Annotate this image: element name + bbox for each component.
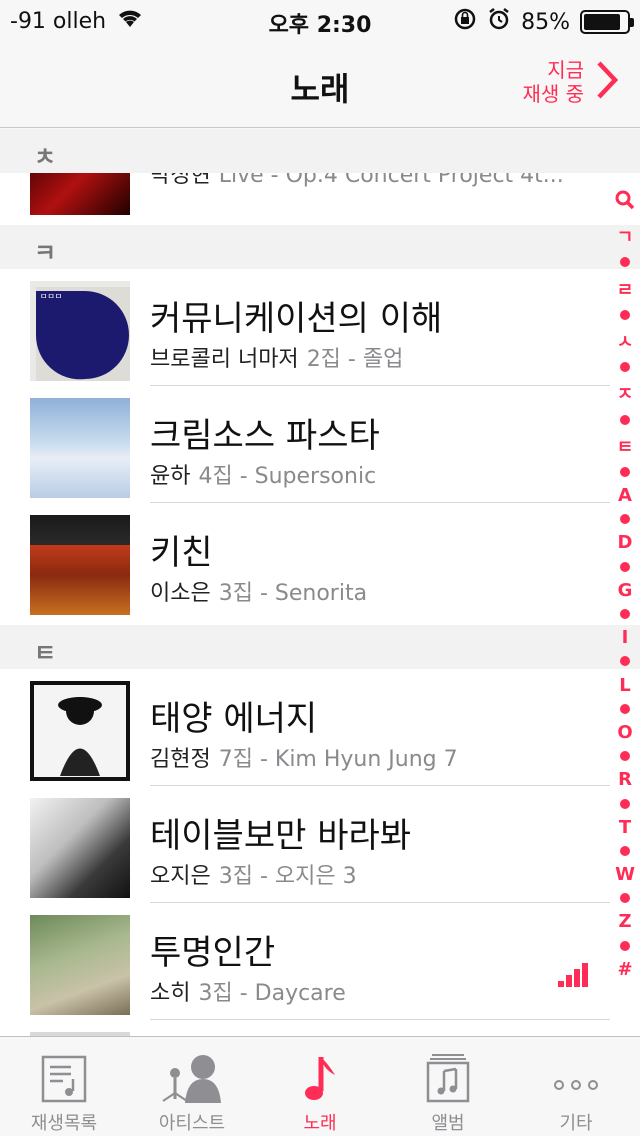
song-title: 테이블보만 바라봐 [150, 816, 412, 856]
index-letter[interactable]: R [618, 769, 632, 790]
album-art [30, 398, 130, 498]
tab-bar: 재생목록 아티스트 노래 앨범 기타 [0, 1036, 640, 1136]
song-row[interactable]: ㅁㅁㅁ 커뮤니케이션의 이해 브로콜리 너마저 2집 - 졸업 [0, 269, 640, 386]
index-dot[interactable] [620, 362, 630, 373]
index-dot[interactable] [620, 798, 630, 809]
album-art [30, 798, 130, 898]
song-artist: 오지은 [150, 864, 211, 889]
now-playing-line1: 지금 [547, 58, 584, 82]
tab-artists[interactable]: 아티스트 [128, 1037, 256, 1136]
song-artist: 이소은 [150, 581, 211, 606]
battery-fill [584, 14, 620, 30]
index-dot[interactable] [620, 309, 630, 320]
alarm-icon [487, 7, 511, 37]
song-title: 키친 [150, 533, 213, 573]
section-header-ch: ㅊ [0, 129, 640, 173]
svg-text:ㅁㅁㅁ: ㅁㅁㅁ [40, 292, 62, 301]
index-letter[interactable]: D [618, 532, 633, 553]
song-album: 3집 - Senorita [218, 581, 368, 606]
song-artist: 소히 [150, 981, 191, 1006]
index-letter[interactable]: G [618, 580, 633, 601]
section-header-t: ㅌ [0, 625, 640, 669]
search-icon[interactable] [615, 190, 635, 215]
index-letter[interactable]: ㅅ [617, 328, 634, 354]
song-row[interactable]: 키친 이소은 3집 - Senorita [0, 503, 640, 620]
index-dot[interactable] [620, 845, 630, 856]
artist-icon [128, 1051, 256, 1103]
index-dot[interactable] [620, 514, 630, 525]
tab-label: 아티스트 [158, 1113, 226, 1134]
index-dot[interactable] [620, 893, 630, 904]
battery-icon [580, 10, 634, 34]
index-dot[interactable] [620, 703, 630, 714]
index-letter[interactable]: # [617, 959, 632, 980]
tab-songs[interactable]: 노래 [256, 1037, 384, 1136]
index-dot[interactable] [620, 561, 630, 572]
battery-percent: 85% [521, 9, 570, 35]
nav-bar: 노래 지금 재생 중 [0, 40, 640, 128]
index-letter[interactable]: O [617, 722, 632, 743]
index-letter[interactable]: Z [618, 911, 631, 932]
status-bar: -91 olleh 오후 2:30 85% [0, 0, 640, 40]
tab-playlists[interactable]: 재생목록 [0, 1037, 128, 1136]
song-title: 태양 에너지 [150, 699, 318, 739]
album-art [30, 915, 130, 1015]
song-row-playing[interactable]: 투명인간 소히 3집 - Daycare [0, 903, 640, 1020]
song-album: 3집 - Daycare [198, 981, 346, 1006]
song-row[interactable] [0, 1020, 640, 1036]
song-title: 크림소스 파스타 [150, 416, 380, 456]
section-index[interactable]: ㄱㄹㅅㅈㅌ A D G I L O R T W Z # [610, 190, 640, 980]
index-letter[interactable]: L [619, 675, 630, 696]
now-playing-button[interactable]: 지금 재생 중 [522, 58, 619, 106]
song-album: 7집 - Kim Hyun Jung 7 [218, 747, 458, 772]
more-icon [512, 1051, 640, 1103]
song-title: 커뮤니케이션의 이해 [150, 299, 443, 339]
index-letter[interactable]: T [619, 817, 631, 838]
song-list[interactable]: ㅊ 박정현 Live - Op.4 Concert Project 4t... ㅋ… [0, 129, 640, 1036]
now-playing-indicator-icon [558, 963, 588, 987]
playlist-icon [0, 1051, 128, 1103]
rotation-lock-icon [453, 7, 477, 37]
song-row[interactable]: 크림소스 파스타 윤하 4집 - Supersonic [0, 386, 640, 503]
index-letter[interactable]: A [618, 485, 632, 506]
song-artist: 브로콜리 너마저 [150, 347, 299, 372]
tab-label: 노래 [303, 1113, 337, 1134]
index-letter[interactable]: ㅈ [617, 380, 634, 406]
tab-label: 앨범 [431, 1113, 465, 1134]
song-album: 2집 - 졸업 [306, 347, 404, 372]
index-letter[interactable]: ㄹ [617, 276, 634, 302]
index-dot[interactable] [620, 940, 630, 951]
song-album: 3집 - 오지은 3 [218, 864, 357, 889]
section-header-k: ㅋ [0, 225, 640, 269]
index-dot[interactable] [620, 656, 630, 667]
album-art [30, 515, 130, 615]
index-letter[interactable]: I [622, 627, 629, 648]
index-letter[interactable]: ㄱ [617, 223, 634, 249]
song-artist: 김현정 [150, 747, 211, 772]
tab-albums[interactable]: 앨범 [384, 1037, 512, 1136]
album-art [30, 681, 130, 781]
index-dot[interactable] [620, 257, 630, 268]
song-row[interactable]: 테이블보만 바라봐 오지은 3집 - 오지은 3 [0, 786, 640, 903]
song-title: 투명인간 [150, 933, 276, 973]
album-icon [384, 1051, 512, 1103]
tab-label: 기타 [559, 1113, 593, 1134]
index-dot[interactable] [620, 466, 630, 477]
index-letter[interactable]: ㅌ [617, 433, 634, 459]
album-art: ㅁㅁㅁ [30, 281, 130, 381]
song-artist: 윤하 [150, 464, 191, 489]
index-dot[interactable] [620, 414, 630, 425]
index-dot[interactable] [620, 609, 630, 619]
chevron-right-icon [596, 60, 619, 104]
music-note-icon [256, 1051, 384, 1103]
tab-label: 재생목록 [30, 1113, 98, 1134]
status-right: 85% [453, 7, 634, 37]
song-album: 4집 - Supersonic [198, 464, 377, 489]
song-row[interactable]: 태양 에너지 김현정 7집 - Kim Hyun Jung 7 [0, 669, 640, 786]
tab-more[interactable]: 기타 [512, 1037, 640, 1136]
now-playing-line2: 재생 중 [522, 82, 584, 106]
index-letter[interactable]: W [615, 864, 635, 885]
index-dot[interactable] [620, 751, 630, 762]
